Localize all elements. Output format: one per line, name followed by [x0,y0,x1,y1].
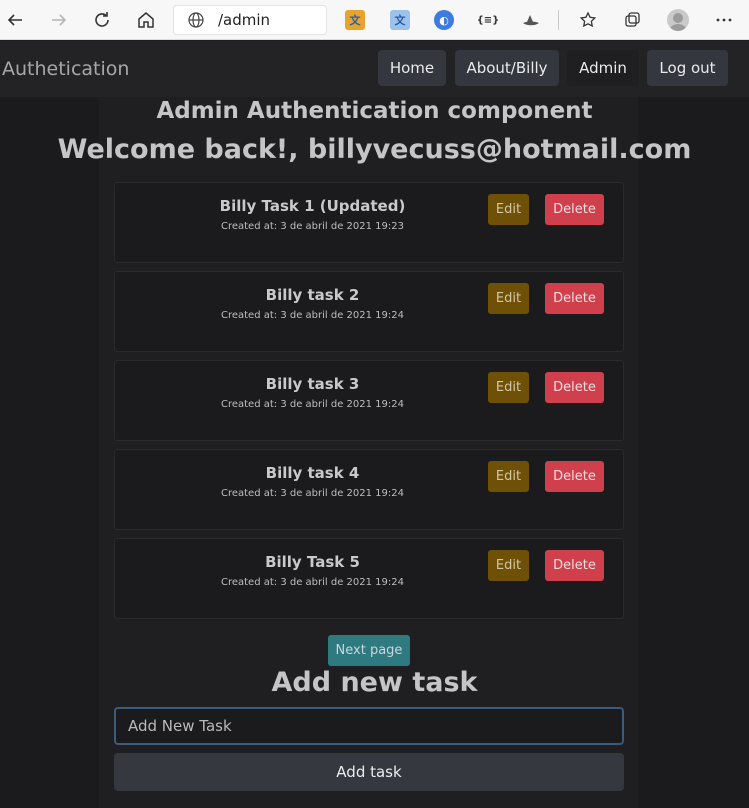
toolbar-divider [558,10,559,30]
home-icon[interactable] [134,8,158,32]
code-extension-icon[interactable]: {≡} [477,10,500,30]
task-title: Billy task 3 [265,375,360,393]
task-card: Billy task 2 Created at: 3 de abril de 2… [114,271,624,352]
task-card: Billy Task 5 Created at: 3 de abril de 2… [114,538,624,619]
delete-button[interactable]: Delete [545,283,604,314]
edit-button[interactable]: Edit [488,372,529,403]
address-bar[interactable]: /admin [173,5,327,35]
app-navbar: Authetication Home About/Billy Admin Log… [0,41,749,97]
task-title: Billy task 4 [265,464,360,482]
translate-extension-icon[interactable]: 文 [345,10,365,30]
edit-button[interactable]: Edit [488,194,529,225]
nav-about-button[interactable]: About/Billy [455,50,559,86]
translate-extension-2-icon[interactable]: 文 [390,10,410,30]
forward-icon[interactable] [47,8,71,32]
next-page-button[interactable]: Next page [328,635,410,666]
globe-icon [188,12,204,28]
nav-logout-button[interactable]: Log out [647,50,728,86]
page-title: Admin Authentication component [156,98,593,124]
welcome-message: Welcome back!, billyvecuss@hotmail.com [57,134,692,165]
task-created-date: Created at: 3 de abril de 2021 19:24 [220,399,405,410]
nav-home-button[interactable]: Home [378,50,446,86]
nav-admin-button[interactable]: Admin [567,50,639,86]
task-title: Billy task 2 [265,286,360,304]
circle-extension-icon[interactable]: ◐ [434,10,454,30]
task-created-date: Created at: 3 de abril de 2021 19:24 [220,577,405,588]
edit-button[interactable]: Edit [488,283,529,314]
delete-button[interactable]: Delete [545,194,604,225]
new-task-input[interactable] [114,707,624,745]
add-task-button[interactable]: Add task [114,753,624,791]
delete-button[interactable]: Delete [545,372,604,403]
task-created-date: Created at: 3 de abril de 2021 19:24 [220,310,405,321]
brand-title[interactable]: Authetication [2,58,129,80]
edit-button[interactable]: Edit [488,461,529,492]
edit-button[interactable]: Edit [488,550,529,581]
task-created-date: Created at: 3 de abril de 2021 19:23 [220,221,405,232]
browser-toolbar: /admin 文 文 ◐ {≡} [0,0,749,40]
back-icon[interactable] [3,8,27,32]
task-card: Billy Task 1 (Updated) Created at: 3 de … [114,182,624,263]
refresh-icon[interactable] [90,8,114,32]
task-created-date: Created at: 3 de abril de 2021 19:24 [220,488,405,499]
task-title: Billy Task 5 [265,553,360,571]
task-card: Billy task 3 Created at: 3 de abril de 2… [114,360,624,441]
collections-icon[interactable] [620,8,644,32]
favorites-icon[interactable] [576,8,600,32]
hat-extension-icon[interactable] [521,10,541,30]
add-task-heading: Add new task [271,667,478,698]
delete-button[interactable]: Delete [545,461,604,492]
profile-icon[interactable] [667,9,689,31]
task-card: Billy task 4 Created at: 3 de abril de 2… [114,449,624,530]
task-title: Billy Task 1 (Updated) [219,197,406,215]
address-url[interactable]: /admin [218,11,270,29]
delete-button[interactable]: Delete [545,550,604,581]
more-icon[interactable] [712,8,736,32]
